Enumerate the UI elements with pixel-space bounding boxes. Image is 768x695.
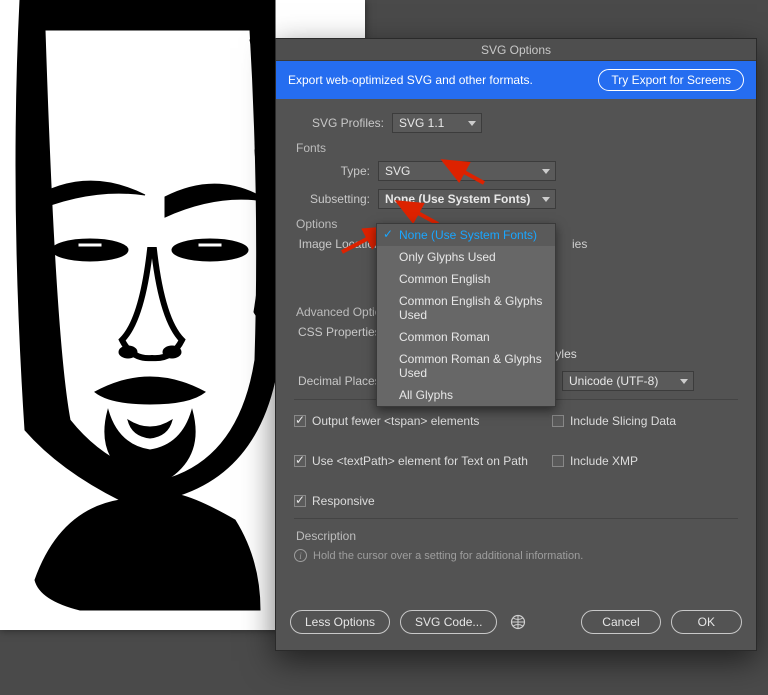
export-banner: Export web-optimized SVG and other forma…: [276, 61, 756, 99]
use-textpath-checkbox[interactable]: [294, 455, 306, 467]
cancel-button[interactable]: Cancel: [581, 610, 660, 634]
info-icon: i: [294, 549, 307, 562]
responsive-label: Responsive: [312, 494, 375, 508]
banner-text: Export web-optimized SVG and other forma…: [288, 73, 533, 87]
subsetting-dropdown: None (Use System Fonts) Only Glyphs Used…: [376, 223, 556, 407]
use-textpath-label: Use <textPath> element for Text on Path: [312, 454, 528, 468]
font-type-select[interactable]: SVG: [378, 161, 556, 181]
subsetting-option-common-roman[interactable]: Common Roman: [377, 326, 555, 348]
svg-profiles-select[interactable]: SVG 1.1: [392, 113, 482, 133]
output-fewer-tspan-label: Output fewer <tspan> elements: [312, 414, 479, 428]
description-text: Hold the cursor over a setting for addit…: [313, 550, 583, 562]
include-slicing-label: Include Slicing Data: [570, 414, 676, 428]
subsetting-option-common-roman-glyphs[interactable]: Common Roman & Glyphs Used: [377, 348, 555, 384]
dialog-footer: Less Options SVG Code... Cancel OK: [276, 600, 756, 650]
include-xmp-label: Include XMP: [570, 454, 638, 468]
subsetting-option-only-glyphs[interactable]: Only Glyphs Used: [377, 246, 555, 268]
encoding-select[interactable]: Unicode (UTF-8): [562, 371, 694, 391]
font-type-label: Type:: [294, 164, 378, 178]
output-fewer-tspan-checkbox[interactable]: [294, 415, 306, 427]
globe-icon[interactable]: [507, 611, 529, 633]
description-section-label: Description: [296, 529, 738, 543]
svg-code-button[interactable]: SVG Code...: [400, 610, 497, 634]
subsetting-option-none[interactable]: None (Use System Fonts): [377, 224, 555, 246]
try-export-for-screens-button[interactable]: Try Export for Screens: [598, 69, 744, 91]
subsetting-select[interactable]: None (Use System Fonts): [378, 189, 556, 209]
image-location-trail: ies: [572, 237, 587, 251]
subsetting-option-common-english-glyphs[interactable]: Common English & Glyphs Used: [377, 290, 555, 326]
dialog-title: SVG Options: [276, 39, 756, 61]
less-options-button[interactable]: Less Options: [290, 610, 390, 634]
include-xmp-checkbox[interactable]: [552, 455, 564, 467]
fonts-section-label: Fonts: [296, 141, 738, 155]
svg-profiles-label: SVG Profiles:: [294, 116, 392, 130]
responsive-checkbox[interactable]: [294, 495, 306, 507]
subsetting-option-all-glyphs[interactable]: All Glyphs: [377, 384, 555, 406]
ok-button[interactable]: OK: [671, 610, 742, 634]
subsetting-label: Subsetting:: [294, 192, 378, 206]
svg-options-dialog: SVG Options Export web-optimized SVG and…: [275, 38, 757, 651]
include-slicing-checkbox[interactable]: [552, 415, 564, 427]
subsetting-option-common-english[interactable]: Common English: [377, 268, 555, 290]
dialog-body: SVG Profiles: SVG 1.1 Fonts Type: SVG Su…: [276, 99, 756, 600]
